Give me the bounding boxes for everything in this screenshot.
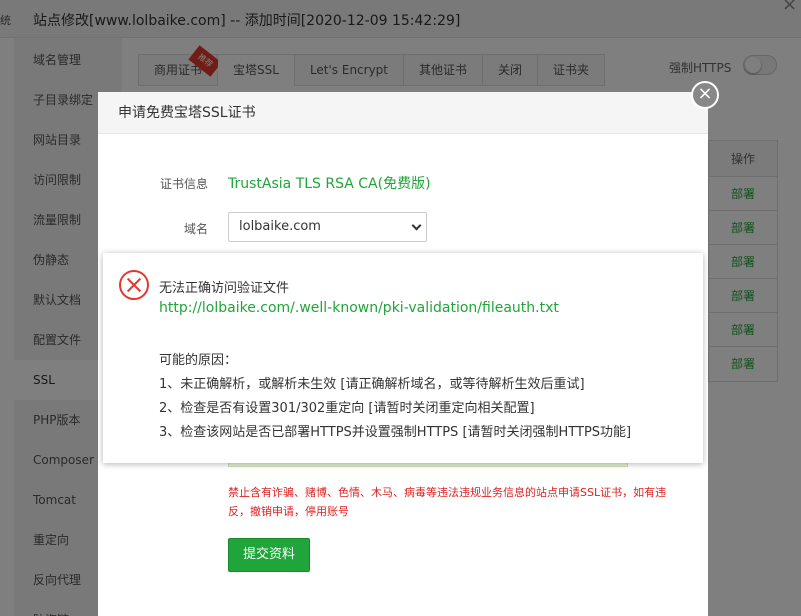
reason-item: 3、检查该网站是否已部署HTTPS并设置强制HTTPS [请暂时关闭强制HTTP… [159,425,632,440]
cert-info-value: TrustAsia TLS RSA CA(免费版) [228,176,431,192]
reason-item: 2、检查是否有设置301/302重定向 [请暂时关闭重定向相关配置] [159,401,535,416]
dialog-title: 申请免费宝塔SSL证书 [98,92,708,134]
error-icon [119,270,149,300]
compliance-warning: 禁止含有诈骗、赌博、色情、木马、病毒等违法违规业务信息的站点申请SSL证书，如有… [228,486,667,518]
domain-label: 域名 [183,222,208,236]
chevron-down-icon [411,220,422,231]
submit-button[interactable]: 提交资料 [228,538,310,572]
error-message: 无法正确访问验证文件 http://lolbaike.com/.well-kno… [103,253,703,463]
reason-item: 1、未正确解析，或解析未生效 [请正确解析域名，或等待解析生效后重试] [159,377,585,392]
error-title: 无法正确访问验证文件 [159,281,290,296]
domain-select-value: lolbaike.com [239,219,321,234]
domain-select[interactable]: lolbaike.com [228,212,427,242]
close-icon[interactable]: × [691,81,719,109]
verification-file-link[interactable]: http://lolbaike.com/.well-known/pki-vali… [159,300,559,316]
reasons-heading: 可能的原因： [159,353,238,368]
cert-info-label: 证书信息 [159,177,208,191]
